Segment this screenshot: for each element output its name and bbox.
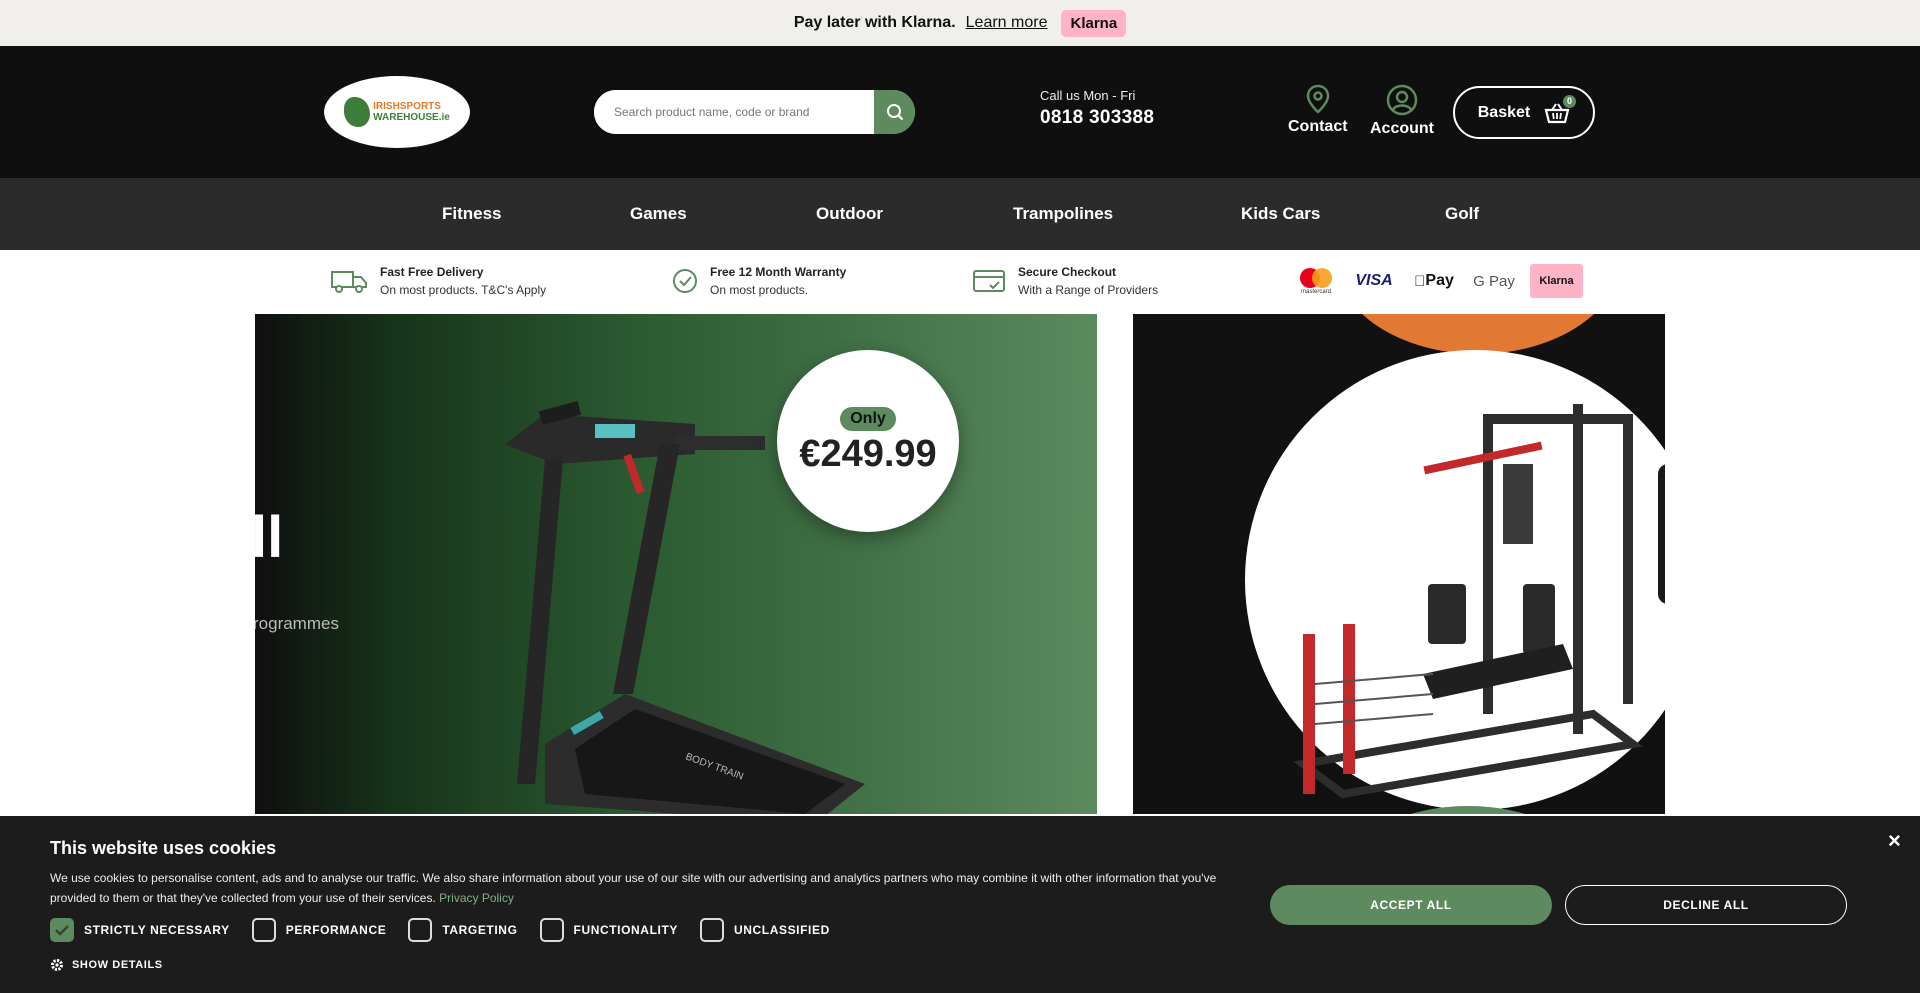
nav-item-fitness[interactable]: Fitness: [442, 204, 502, 224]
account-link[interactable]: Account: [1370, 84, 1434, 138]
mastercard-icon: [1300, 268, 1332, 288]
usp-delivery: Fast Free Delivery On most products. T&C…: [330, 265, 546, 297]
site-logo[interactable]: IRISHSPORTS WAREHOUSE.ie: [324, 76, 470, 148]
klarna-logo: Klarna: [1061, 9, 1127, 37]
google-pay-logo: G Pay: [1473, 272, 1515, 290]
nav-item-golf[interactable]: Golf: [1445, 204, 1479, 224]
cookie-option-strictly-necessary[interactable]: STRICTLY NECESSARY: [50, 918, 230, 942]
checkbox[interactable]: [539, 918, 564, 942]
cookie-option-targeting[interactable]: TARGETING: [408, 918, 517, 942]
green-circle-decoration: [1353, 806, 1583, 814]
apple-pay-label: Pay: [1419, 272, 1453, 289]
accept-all-button[interactable]: ACCEPT ALL: [1270, 885, 1552, 925]
klarna-banner-text: Pay later with Klarna.: [793, 14, 956, 31]
account-label: Account: [1370, 120, 1434, 137]
nav-item-kids-cars[interactable]: Kids Cars: [1241, 204, 1320, 224]
klarna-banner: Pay later with Klarna. Learn more Klarna: [0, 0, 1920, 46]
cookie-option-label: PERFORMANCE: [285, 923, 387, 937]
checkbox[interactable]: [699, 918, 724, 942]
price-value: €249.99: [799, 432, 937, 475]
klarna-learn-more-link[interactable]: Learn more: [966, 14, 1048, 32]
usp-title: Secure Checkout: [1018, 265, 1117, 279]
checkbox[interactable]: [251, 918, 276, 942]
cookie-option-label: FUNCTIONALITY: [573, 923, 678, 937]
hero-banner[interactable]: ll rogrammes BODY TRAIN Only €249.99: [255, 314, 1097, 814]
nav-item-games[interactable]: Games: [630, 204, 687, 224]
apple-pay-logo:  Pay: [1410, 264, 1458, 298]
privacy-policy-link[interactable]: Privacy Policy: [439, 891, 514, 905]
basket-button[interactable]: Basket 0: [1453, 86, 1595, 139]
cookie-options: STRICTLY NECESSARY PERFORMANCE TARGETING…: [50, 918, 830, 942]
usp-warranty: Free 12 Month Warranty On most products.: [672, 265, 846, 297]
check-icon: [55, 925, 69, 936]
site-header: IRISHSPORTS WAREHOUSE.ie Call us Mon - F…: [0, 46, 1920, 178]
cookie-option-label: UNCLASSIFIED: [733, 923, 830, 937]
side-banner[interactable]: [1133, 314, 1665, 814]
usp-subtitle: On most products. T&C's Apply: [380, 283, 547, 297]
basket-label: Basket: [1477, 103, 1531, 121]
check-circle-icon: [673, 269, 697, 293]
payment-methods: mastercard VISA  Pay G Pay Klarna: [1294, 264, 1583, 298]
user-icon: [1386, 84, 1418, 116]
search-bar: [594, 90, 915, 134]
logo-line1: IRISHSPORTS: [373, 101, 441, 112]
cookie-banner: This website uses cookies We use cookies…: [0, 816, 1920, 993]
cookie-option-label: STRICTLY NECESSARY: [84, 923, 230, 937]
usp-strip: Fast Free Delivery On most products. T&C…: [0, 250, 1920, 314]
mastercard-label: mastercard: [1300, 289, 1331, 295]
cookie-description: We use cookies to personalise content, a…: [50, 871, 1217, 905]
basket-count-badge: 0: [1563, 95, 1576, 108]
location-pin-icon: [1306, 84, 1330, 114]
search-icon: [886, 104, 903, 121]
cookie-option-label: TARGETING: [442, 923, 518, 937]
usp-subtitle: With a Range of Providers: [1018, 283, 1159, 297]
show-details-toggle[interactable]: SHOW DETAILS: [50, 958, 163, 972]
checkbox[interactable]: [408, 918, 433, 942]
phone-number[interactable]: 0818 303388: [1040, 107, 1154, 129]
orange-circle-decoration: [1333, 314, 1623, 354]
usp-title: Free 12 Month Warranty: [710, 265, 847, 279]
hero-subtext: rogrammes: [255, 614, 339, 633]
card-icon: [973, 270, 1005, 292]
cookie-option-performance[interactable]: PERFORMANCE: [251, 918, 387, 942]
contact-label: Contact: [1288, 118, 1348, 135]
nav-item-trampolines[interactable]: Trampolines: [1013, 204, 1113, 224]
price-badge: Only €249.99: [777, 350, 959, 532]
cookie-close-button[interactable]: ×: [1888, 828, 1901, 854]
gear-icon: [51, 959, 63, 971]
cookie-option-unclassified[interactable]: UNCLASSIFIED: [699, 918, 830, 942]
cookie-text: We use cookies to personalise content, a…: [50, 868, 1230, 908]
checkbox-checked[interactable]: [50, 918, 74, 942]
search-input[interactable]: [594, 90, 874, 134]
show-details-label: SHOW DETAILS: [72, 959, 163, 971]
logo-line2: WAREHOUSE.ie: [373, 112, 450, 123]
usp-subtitle: On most products.: [710, 283, 809, 297]
ireland-map-icon: [344, 97, 371, 127]
klarna-pay-logo: Klarna: [1530, 264, 1583, 298]
mastercard-logo: mastercard: [1294, 264, 1338, 298]
main-nav: Fitness Games Outdoor Trampolines Kids C…: [0, 178, 1920, 250]
decline-all-button[interactable]: DECLINE ALL: [1565, 885, 1847, 925]
usp-title: Fast Free Delivery: [380, 265, 484, 279]
visa-logo: VISA: [1355, 272, 1393, 289]
hero-headline: ll: [255, 505, 284, 570]
usp-checkout: Secure Checkout With a Range of Provider…: [972, 265, 1158, 297]
contact-link[interactable]: Contact: [1288, 84, 1348, 136]
price-only-label: Only: [840, 406, 896, 431]
apple-icon: : [1414, 273, 1425, 290]
truck-icon: [331, 271, 367, 293]
search-button[interactable]: [874, 90, 915, 134]
call-us-label: Call us Mon - Fri: [1040, 88, 1136, 103]
call-us-block: Call us Mon - Fri 0818 303388: [1040, 88, 1154, 129]
home-gym-image: [1293, 404, 1665, 799]
cookie-option-functionality[interactable]: FUNCTIONALITY: [539, 918, 678, 942]
cookie-title: This website uses cookies: [50, 838, 277, 858]
nav-item-outdoor[interactable]: Outdoor: [816, 204, 883, 224]
